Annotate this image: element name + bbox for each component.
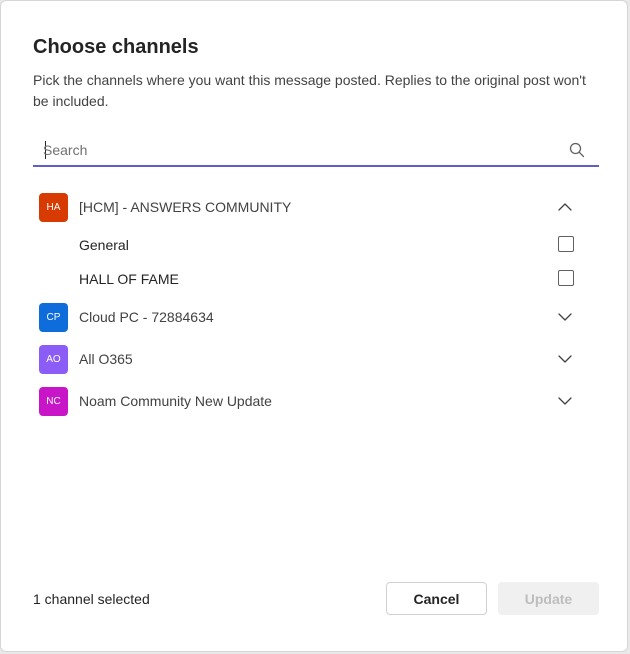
team-name: [HCM] - ANSWERS COMMUNITY bbox=[79, 199, 292, 215]
channel-checkbox[interactable] bbox=[558, 236, 574, 252]
selection-status: 1 channel selected bbox=[33, 591, 150, 607]
choose-channels-dialog: Choose channels Pick the channels where … bbox=[0, 0, 628, 652]
chevron-down-icon[interactable] bbox=[557, 351, 573, 367]
search-icon[interactable] bbox=[569, 142, 585, 158]
team-row-hcm-answers-community[interactable]: HA [HCM] - ANSWERS COMMUNITY bbox=[33, 186, 599, 228]
channel-row-general[interactable]: General bbox=[33, 228, 599, 262]
team-name: Noam Community New Update bbox=[79, 393, 272, 409]
team-avatar: NC bbox=[39, 386, 68, 416]
channel-checkbox[interactable] bbox=[558, 270, 574, 286]
team-name: Cloud PC - 72884634 bbox=[79, 309, 214, 325]
chevron-down-icon[interactable] bbox=[557, 309, 573, 325]
channel-row-hall-of-fame[interactable]: HALL OF FAME bbox=[33, 262, 599, 296]
team-avatar: CP bbox=[39, 302, 68, 332]
search-box[interactable] bbox=[33, 135, 599, 167]
chevron-up-icon[interactable] bbox=[557, 199, 573, 215]
team-avatar: AO bbox=[39, 344, 68, 374]
team-name: All O365 bbox=[79, 351, 133, 367]
update-button[interactable]: Update bbox=[498, 582, 599, 615]
channel-list: HA [HCM] - ANSWERS COMMUNITY General HAL… bbox=[33, 186, 599, 422]
team-row-noam-community[interactable]: NC Noam Community New Update bbox=[33, 380, 599, 422]
team-row-all-o365[interactable]: AO All O365 bbox=[33, 338, 599, 380]
cancel-button[interactable]: Cancel bbox=[386, 582, 487, 615]
team-avatar: HA bbox=[39, 192, 68, 222]
channel-name: HALL OF FAME bbox=[79, 271, 179, 287]
channel-name: General bbox=[79, 237, 129, 253]
dialog-description: Pick the channels where you want this me… bbox=[33, 72, 586, 109]
chevron-down-icon[interactable] bbox=[557, 393, 573, 409]
search-input[interactable] bbox=[43, 139, 553, 161]
team-row-cloud-pc[interactable]: CP Cloud PC - 72884634 bbox=[33, 296, 599, 338]
dialog-title: Choose channels bbox=[33, 36, 199, 58]
